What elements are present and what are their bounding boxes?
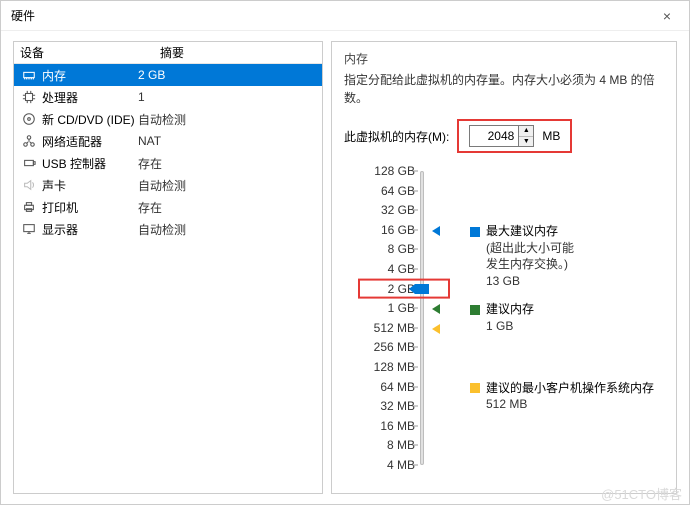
dialog-title: 硬件 bbox=[11, 7, 35, 24]
hardware-row[interactable]: 网络适配器 NAT bbox=[14, 130, 322, 152]
hardware-header: 设备 摘要 bbox=[14, 42, 322, 64]
close-icon[interactable]: × bbox=[655, 4, 679, 28]
slider-tick-label: 32 MB bbox=[365, 399, 415, 413]
hardware-summary: 2 GB bbox=[138, 68, 316, 82]
printer-icon bbox=[20, 200, 38, 214]
cpu-icon bbox=[20, 90, 38, 104]
slider-legend-blue: 最大建议内存(超出此大小可能发生内存交换。)13 GB bbox=[470, 223, 574, 290]
memory-icon bbox=[20, 68, 38, 82]
col-device-header: 设备 bbox=[20, 44, 160, 61]
hardware-device: 新 CD/DVD (IDE) bbox=[42, 111, 135, 128]
slider-tick-label: 16 MB bbox=[365, 419, 415, 433]
slider-marker-green bbox=[432, 301, 440, 315]
memory-slider[interactable]: 128 GB64 GB32 GB16 GB8 GB4 GB2 GB1 GB512… bbox=[360, 171, 664, 471]
hardware-device: 显示器 bbox=[42, 221, 78, 238]
network-icon bbox=[20, 134, 38, 148]
hardware-device: USB 控制器 bbox=[42, 155, 106, 172]
hardware-list-panel: 设备 摘要 内存2 GB处理器1新 CD/DVD (IDE)自动检测网络适配器N… bbox=[13, 41, 323, 494]
memory-spinner[interactable]: ▲ ▼ bbox=[469, 125, 534, 147]
slider-tick-label: 128 GB bbox=[365, 164, 415, 178]
memory-input-highlight: ▲ ▼ MB bbox=[457, 119, 572, 153]
hardware-row[interactable]: 内存 2 GB bbox=[14, 64, 322, 86]
slider-marker-yellow bbox=[432, 321, 440, 335]
hardware-summary: 1 bbox=[138, 90, 316, 104]
hardware-summary: 存在 bbox=[138, 199, 316, 216]
memory-input[interactable] bbox=[470, 126, 518, 146]
hardware-summary: 存在 bbox=[138, 155, 316, 172]
hardware-row[interactable]: 处理器 1 bbox=[14, 86, 322, 108]
display-icon bbox=[20, 222, 38, 236]
hardware-row[interactable]: 打印机 存在 bbox=[14, 196, 322, 218]
hardware-row[interactable]: 显示器 自动检测 bbox=[14, 218, 322, 240]
hardware-device: 声卡 bbox=[42, 177, 66, 194]
hardware-row[interactable]: USB 控制器 存在 bbox=[14, 152, 322, 174]
cd-icon bbox=[20, 112, 38, 126]
hardware-device: 网络适配器 bbox=[42, 133, 102, 150]
spinner-down-icon[interactable]: ▼ bbox=[519, 137, 533, 147]
slider-tick-label: 8 GB bbox=[365, 242, 415, 256]
hardware-summary: NAT bbox=[138, 134, 316, 148]
hardware-summary: 自动检测 bbox=[138, 221, 316, 238]
slider-tick-label: 256 MB bbox=[365, 340, 415, 354]
slider-tick-label: 128 MB bbox=[365, 360, 415, 374]
hardware-row[interactable]: 新 CD/DVD (IDE)自动检测 bbox=[14, 108, 322, 130]
slider-tick-label: 64 MB bbox=[365, 380, 415, 394]
slider-tick-label: 512 MB bbox=[365, 321, 415, 335]
hardware-device: 处理器 bbox=[42, 89, 78, 106]
hardware-device: 打印机 bbox=[42, 199, 78, 216]
hardware-summary: 自动检测 bbox=[138, 111, 316, 128]
section-title: 内存 bbox=[344, 50, 664, 67]
slider-tick-label: 8 MB bbox=[365, 438, 415, 452]
hardware-summary: 自动检测 bbox=[138, 177, 316, 194]
current-value-highlight bbox=[358, 278, 450, 298]
slider-tick-label: 1 GB bbox=[365, 301, 415, 315]
memory-desc: 指定分配给此虚拟机的内存量。内存大小必须为 4 MB 的倍数。 bbox=[344, 71, 664, 107]
memory-input-label: 此虚拟机的内存(M): bbox=[344, 128, 449, 145]
slider-legend-yellow: 建议的最小客户机操作系统内存512 MB bbox=[470, 380, 654, 414]
sound-icon bbox=[20, 178, 38, 192]
slider-tick-label: 4 GB bbox=[365, 262, 415, 276]
usb-icon bbox=[20, 156, 38, 170]
slider-tick-label: 32 GB bbox=[365, 203, 415, 217]
hardware-device: 内存 bbox=[42, 67, 66, 84]
slider-tick-label: 64 GB bbox=[365, 184, 415, 198]
slider-legend-green: 建议内存1 GB bbox=[470, 301, 534, 335]
slider-track bbox=[420, 171, 424, 465]
col-summary-header: 摘要 bbox=[160, 44, 316, 61]
spinner-up-icon[interactable]: ▲ bbox=[519, 126, 533, 137]
slider-tick-label: 16 GB bbox=[365, 223, 415, 237]
watermark: @51CTO博客 bbox=[601, 484, 682, 503]
memory-unit: MB bbox=[542, 129, 560, 143]
memory-panel: 内存 指定分配给此虚拟机的内存量。内存大小必须为 4 MB 的倍数。 此虚拟机的… bbox=[331, 41, 677, 494]
slider-tick-label: 4 MB bbox=[365, 458, 415, 472]
slider-marker-blue bbox=[432, 223, 440, 237]
hardware-row[interactable]: 声卡 自动检测 bbox=[14, 174, 322, 196]
